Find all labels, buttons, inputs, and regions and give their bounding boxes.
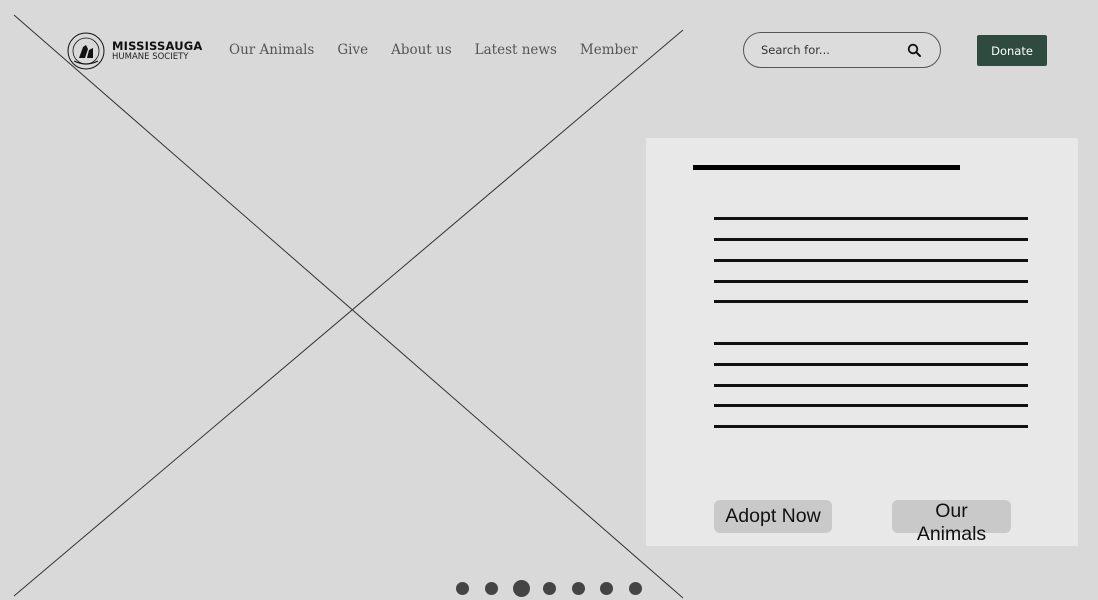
carousel-dot[interactable] [571, 582, 585, 595]
main-nav: Our Animals Give About us Latest news Me… [229, 42, 661, 58]
text-placeholder-line [714, 363, 1028, 366]
text-placeholder-line [714, 259, 1028, 262]
adopt-now-button[interactable]: Adopt Now [714, 500, 832, 533]
nav-item-our-animals[interactable]: Our Animals [229, 42, 314, 58]
logo-subtitle: HUMANE SOCIETY [112, 52, 189, 62]
logo-emblem-icon [67, 32, 105, 70]
nav-item-give[interactable]: Give [337, 42, 368, 58]
text-placeholder-line [714, 238, 1028, 241]
nav-item-latest-news[interactable]: Latest news [475, 42, 557, 58]
carousel-dot[interactable] [600, 582, 613, 595]
nav-item-about-us[interactable]: About us [391, 42, 452, 58]
carousel-dot[interactable] [543, 582, 556, 595]
logo-name: MISSISSAUGA [112, 38, 203, 53]
text-placeholder-line [714, 404, 1028, 407]
text-placeholder-line [714, 217, 1028, 220]
text-placeholder-line [714, 425, 1028, 428]
logo[interactable]: MISSISSAUGA HUMANE SOCIETY [66, 31, 203, 71]
search-box [743, 32, 941, 68]
hero-content-panel: Adopt Now Our Animals [646, 138, 1078, 546]
carousel-dots [456, 580, 657, 597]
nav-item-member[interactable]: Member [580, 42, 638, 58]
text-placeholder-line [714, 384, 1028, 387]
carousel-dot[interactable] [628, 582, 642, 595]
search-input[interactable] [761, 43, 901, 57]
search-icon[interactable] [907, 43, 922, 58]
text-placeholder-line [714, 342, 1028, 345]
text-placeholder-line [714, 280, 1028, 283]
heading-placeholder [693, 165, 960, 170]
carousel-dot[interactable] [484, 582, 498, 595]
our-animals-button[interactable]: Our Animals [892, 500, 1011, 545]
donate-button[interactable]: Donate [977, 35, 1047, 66]
text-placeholder-line [714, 300, 1028, 303]
carousel-dot-active[interactable] [513, 580, 530, 597]
carousel-dot[interactable] [456, 582, 469, 595]
